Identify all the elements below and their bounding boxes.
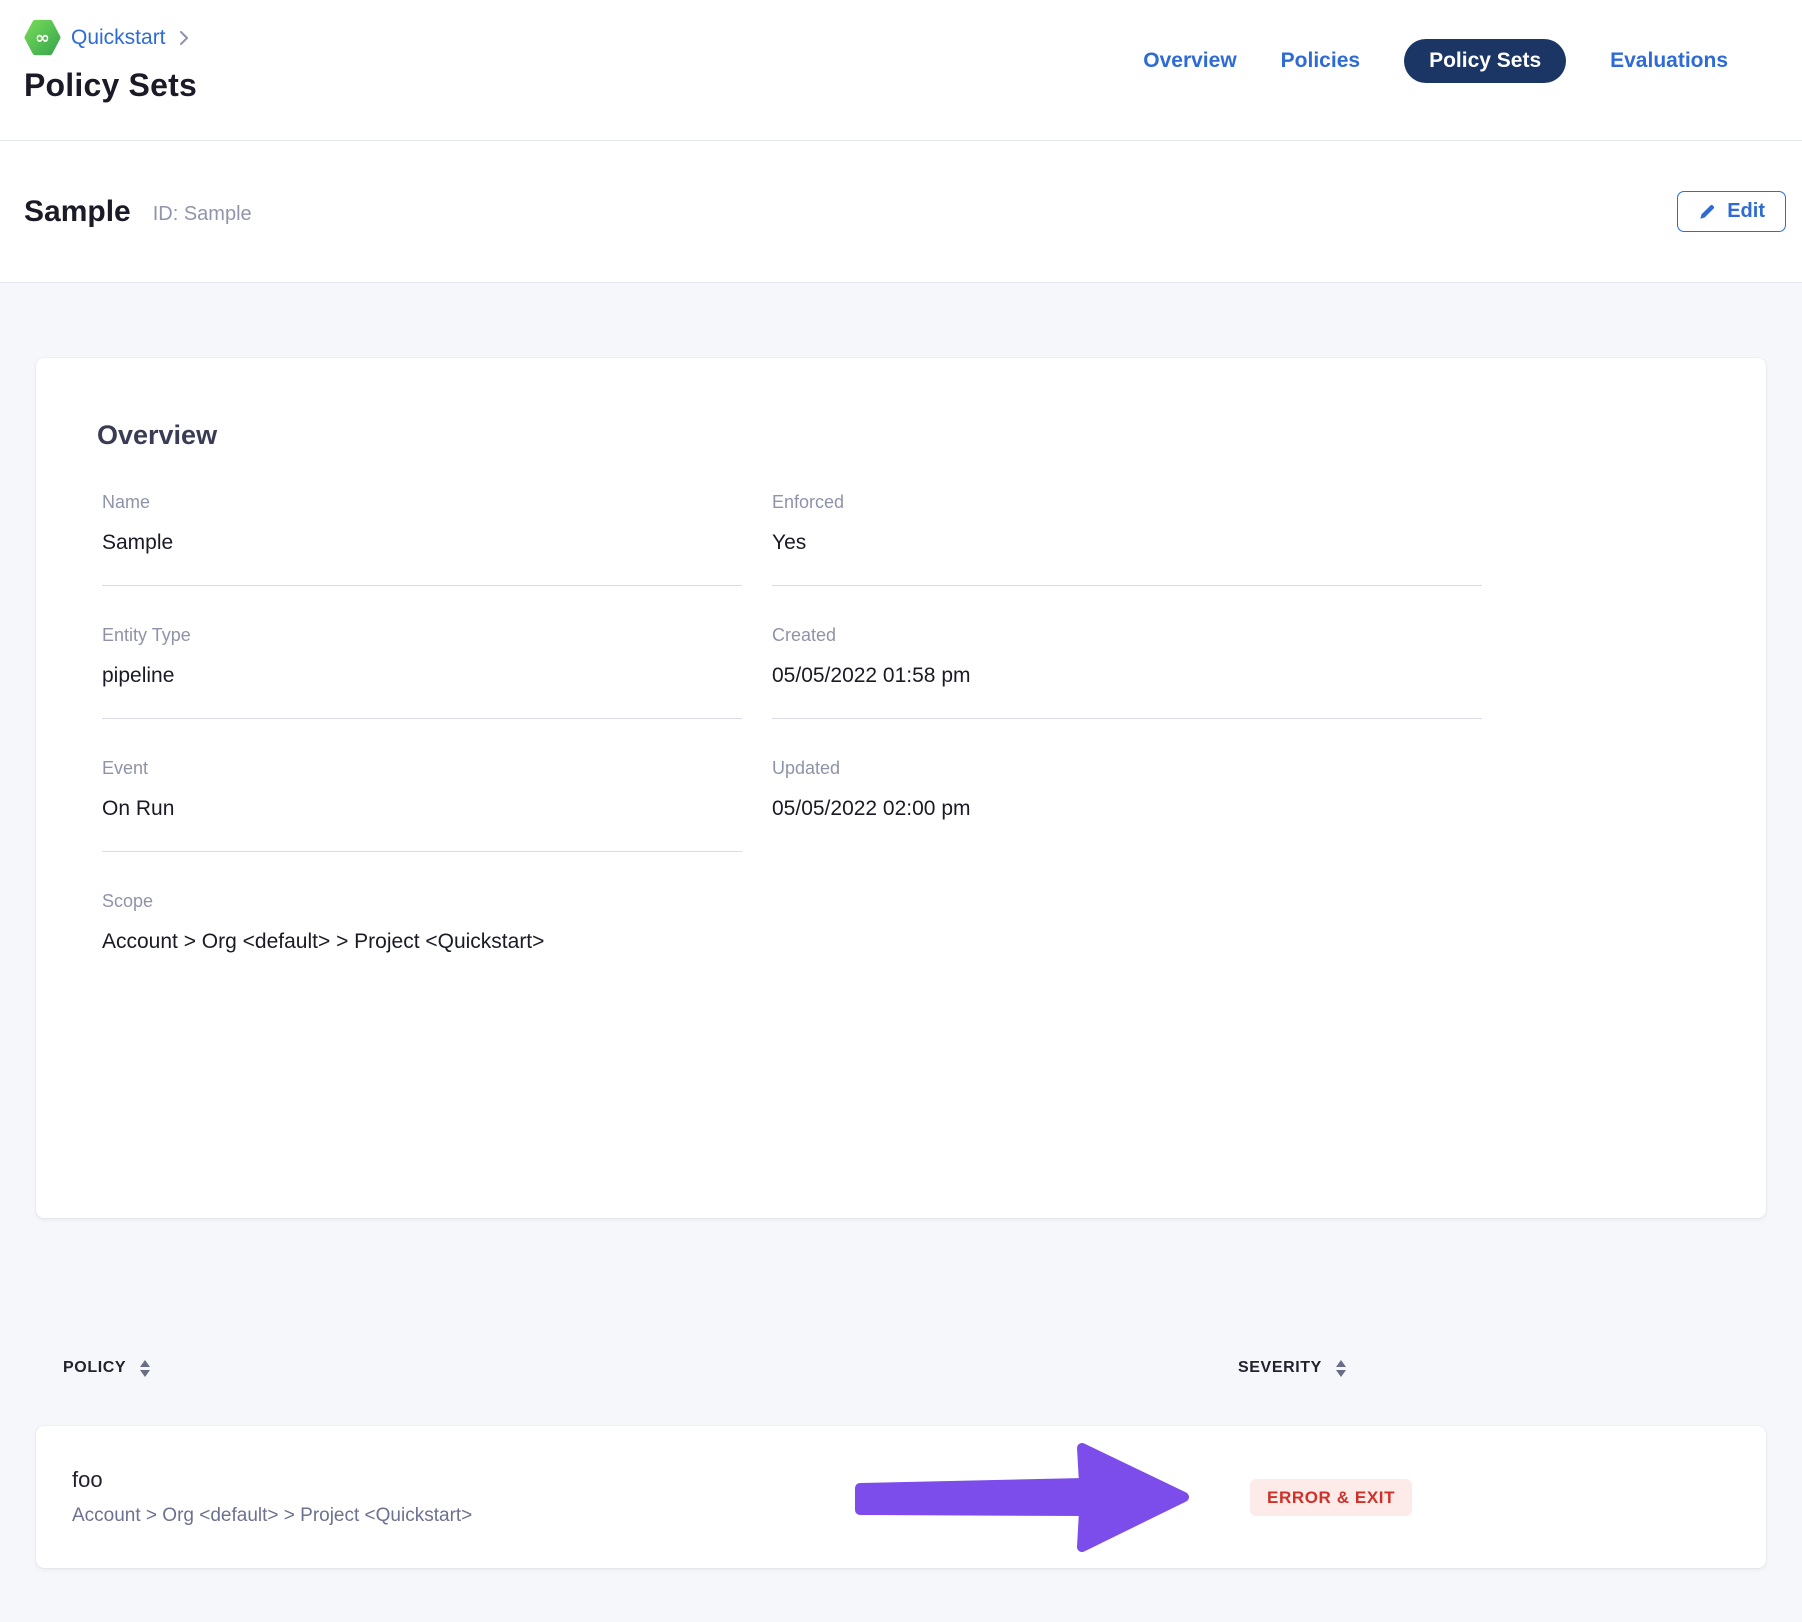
chevron-right-icon xyxy=(178,30,190,46)
field-value: Yes xyxy=(772,532,1482,553)
column-header-policy[interactable]: POLICY xyxy=(63,1359,1238,1377)
field-entity-type: Entity Type pipeline xyxy=(102,586,742,719)
field-value: pipeline xyxy=(102,665,742,686)
field-updated: Updated 05/05/2022 02:00 pm xyxy=(772,719,1482,851)
project-icon: ∞ xyxy=(24,19,61,56)
tab-policies[interactable]: Policies xyxy=(1281,49,1360,73)
field-label: Enforced xyxy=(772,493,1482,511)
field-event: Event On Run xyxy=(102,719,742,852)
field-name: Name Sample xyxy=(102,493,742,586)
field-value: 05/05/2022 02:00 pm xyxy=(772,798,1482,819)
field-scope: Scope Account > Org <default> > Project … xyxy=(102,852,742,984)
overview-card-title: Overview xyxy=(97,422,1706,449)
svg-text:∞: ∞ xyxy=(35,29,50,49)
field-label: Event xyxy=(102,759,742,777)
overview-fields-right: Enforced Yes Created 05/05/2022 01:58 pm… xyxy=(772,493,1482,984)
column-header-severity[interactable]: SEVERITY xyxy=(1238,1359,1739,1377)
field-label: Created xyxy=(772,626,1482,644)
main-content: Overview Name Sample Entity Type pipelin… xyxy=(0,283,1802,1568)
field-label: Entity Type xyxy=(102,626,742,644)
column-header-policy-label: POLICY xyxy=(63,1359,126,1377)
tab-evaluations[interactable]: Evaluations xyxy=(1610,49,1728,73)
header-left: ∞ Quickstart Policy Sets xyxy=(24,0,197,140)
entity-toolbar: Sample ID: Sample Edit xyxy=(0,141,1802,283)
policy-table-row[interactable]: foo Account > Org <default> > Project <Q… xyxy=(36,1426,1766,1568)
field-value: On Run xyxy=(102,798,742,819)
page-title: Policy Sets xyxy=(24,67,197,104)
policy-cell: foo Account > Org <default> > Project <Q… xyxy=(72,1469,1250,1525)
policy-scope: Account > Org <default> > Project <Quick… xyxy=(72,1506,1250,1525)
overview-fields: Name Sample Entity Type pipeline Event O… xyxy=(102,493,1706,984)
overview-card: Overview Name Sample Entity Type pipelin… xyxy=(36,358,1766,1218)
field-value: Account > Org <default> > Project <Quick… xyxy=(102,931,742,952)
entity-name: Sample xyxy=(24,195,131,229)
field-value: 05/05/2022 01:58 pm xyxy=(772,665,1482,686)
module-nav: Overview Policies Policy Sets Evaluation… xyxy=(1143,38,1728,84)
edit-button[interactable]: Edit xyxy=(1677,191,1786,232)
field-value: Sample xyxy=(102,532,742,553)
pencil-icon xyxy=(1698,202,1717,221)
sort-icon[interactable] xyxy=(1336,1360,1346,1377)
field-enforced: Enforced Yes xyxy=(772,493,1482,586)
field-label: Scope xyxy=(102,892,742,910)
field-created: Created 05/05/2022 01:58 pm xyxy=(772,586,1482,719)
tab-overview[interactable]: Overview xyxy=(1143,49,1236,73)
breadcrumb: ∞ Quickstart xyxy=(24,19,197,56)
field-label: Name xyxy=(102,493,742,511)
edit-button-label: Edit xyxy=(1727,200,1765,223)
entity-id: ID: Sample xyxy=(153,203,252,226)
column-header-severity-label: SEVERITY xyxy=(1238,1359,1322,1377)
overview-fields-left: Name Sample Entity Type pipeline Event O… xyxy=(102,493,742,984)
policies-table-header: POLICY SEVERITY xyxy=(36,1356,1766,1380)
tab-policy-sets[interactable]: Policy Sets xyxy=(1404,39,1566,83)
sort-icon[interactable] xyxy=(140,1360,150,1377)
field-label: Updated xyxy=(772,759,1482,777)
app-header: ∞ Quickstart Policy Sets Overview Polici… xyxy=(0,0,1802,141)
policy-name: foo xyxy=(72,1469,1250,1491)
breadcrumb-project-link[interactable]: Quickstart xyxy=(71,26,166,50)
severity-badge: ERROR & EXIT xyxy=(1250,1479,1412,1516)
